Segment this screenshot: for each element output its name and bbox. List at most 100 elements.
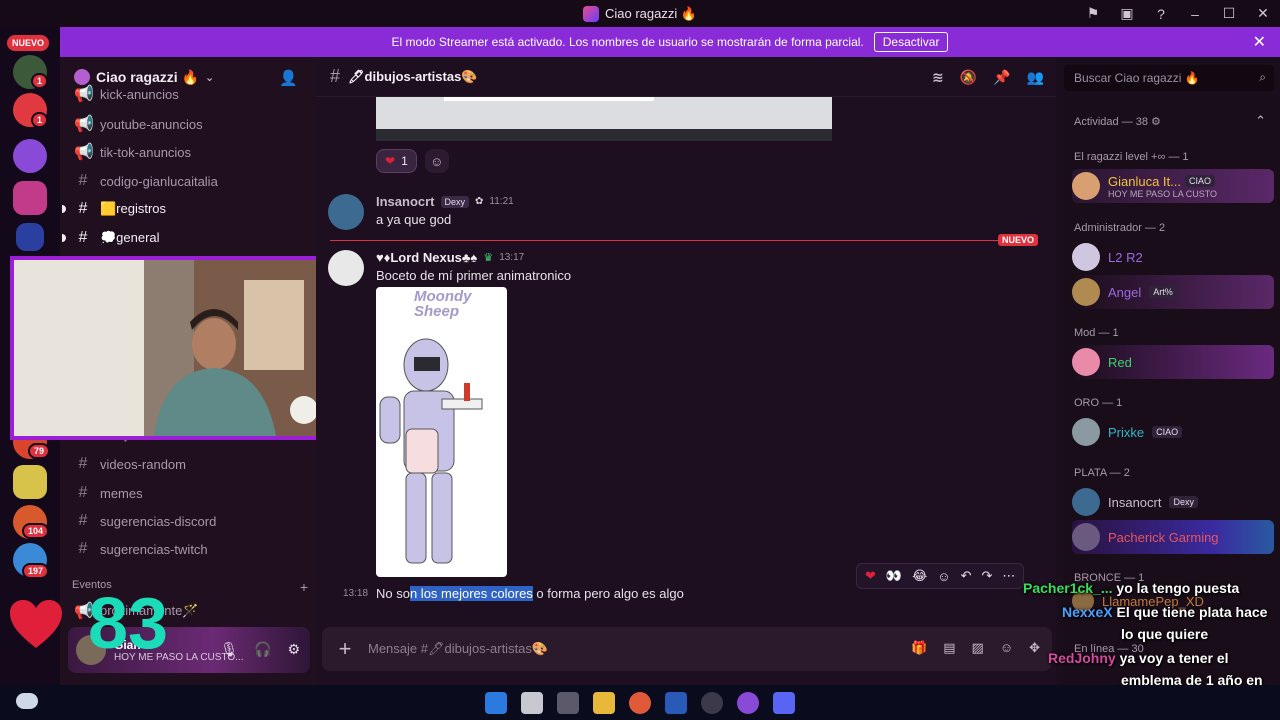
message-header: Insanocrt Dexy ✿ 11:21	[376, 194, 514, 209]
windows-start-icon[interactable]	[485, 691, 507, 714]
emoji-icon[interactable]: ☺	[1000, 640, 1013, 656]
apps-icon[interactable]: ✥	[1029, 640, 1040, 656]
inbox-icon[interactable]: ▣	[1110, 5, 1144, 22]
message-author[interactable]: Insanocrt	[376, 194, 435, 209]
channel-title: 🖊dibujos-artistas🎨	[348, 68, 478, 84]
reaction-heart[interactable]: ❤ 1	[376, 149, 417, 173]
server-icon[interactable]	[13, 139, 47, 173]
message-text: Boceto de mí primer animatronico	[376, 268, 572, 283]
add-reaction-button[interactable]: ☺	[424, 149, 449, 173]
maximize-button[interactable]: ☐	[1212, 5, 1246, 22]
avatar[interactable]	[328, 250, 364, 286]
attachment-image[interactable]	[376, 97, 832, 141]
gear-icon[interactable]: ⚙	[287, 641, 300, 658]
gear-icon: ⚙	[1151, 116, 1161, 128]
channel-name: sugerencias-twitch	[100, 541, 208, 557]
avatar[interactable]	[328, 194, 364, 230]
headphones-icon[interactable]: 🎧	[254, 641, 271, 658]
file-explorer-icon[interactable]	[593, 691, 615, 714]
chat-text: lo que quiere	[1121, 626, 1209, 642]
members-icon[interactable]: 👥	[1027, 69, 1044, 86]
drawing-title: Moondy Sheep	[414, 288, 472, 320]
heart-icon	[10, 600, 62, 648]
drawing-attachment[interactable]: Moondy Sheep	[376, 287, 507, 577]
webcam-feed	[14, 260, 332, 436]
server-icon[interactable]	[13, 181, 47, 215]
channel-item[interactable]: # 🟨registros	[62, 196, 308, 222]
streamer-mode-banner: El modo Streamer está activado. Los nomb…	[60, 27, 1280, 57]
word-icon[interactable]	[665, 691, 687, 714]
disable-streamer-button[interactable]: Desactivar	[873, 32, 949, 52]
reaction-row: ❤ 1 ☺	[376, 149, 449, 173]
channel-header: # 🖊dibujos-artistas🎨 ≋ 🔕 📌 👥	[316, 57, 1056, 97]
channel-item[interactable]: 📢 tik-tok-anuncios	[72, 139, 308, 165]
member-info: Gianluca It... CIAO HOY ME PASO LA CUSTO	[1108, 174, 1217, 199]
follower-counter: 83	[88, 584, 169, 664]
member-name: Angel	[1108, 284, 1142, 300]
server-tag: Art%	[1149, 286, 1177, 298]
guild-icon	[74, 69, 90, 85]
threads-icon[interactable]: ≋	[932, 69, 944, 86]
message-input[interactable]: Mensaje #🖊dibujos-artistas🎨	[368, 641, 548, 657]
add-event-icon[interactable]: +	[300, 579, 308, 595]
hash-icon: #	[78, 540, 88, 557]
chevron-up-icon[interactable]: ⌃	[1255, 113, 1266, 129]
unread-badge: 1	[31, 73, 49, 89]
attach-plus-icon[interactable]: +	[322, 636, 368, 662]
sticker-icon[interactable]: ▨	[972, 640, 984, 656]
member-item[interactable]: Prixke CIAO	[1072, 415, 1274, 449]
channel-item[interactable]: 📢 kick-anuncios	[72, 84, 308, 104]
megaphone-icon: 📢	[74, 144, 94, 161]
activity-label: Actividad — 38	[1074, 116, 1148, 128]
chat-text: El que tiene plata hace	[1116, 604, 1268, 620]
gif-icon[interactable]: ▤	[943, 640, 955, 656]
app-icon[interactable]	[557, 691, 579, 714]
discord-icon[interactable]	[773, 691, 795, 714]
member-name: Gianluca It...	[1108, 173, 1181, 189]
channel-item[interactable]: # codigo-gianlucaitalia	[72, 168, 308, 194]
channel-item[interactable]: # 💭general	[62, 225, 308, 251]
member-item[interactable]: Gianluca It... CIAO HOY ME PASO LA CUSTO	[1072, 169, 1274, 203]
webcam-overlay	[10, 256, 336, 440]
obs-icon[interactable]	[701, 691, 723, 714]
gift-icon[interactable]: 🎁	[911, 640, 927, 656]
member-item[interactable]: Red	[1072, 345, 1274, 379]
member-item[interactable]: Pacherick Garming	[1072, 520, 1274, 554]
member-item[interactable]: Angel Art%	[1072, 275, 1274, 309]
channel-item[interactable]: # sugerencias-twitch	[72, 536, 308, 562]
channel-item[interactable]: # memes	[72, 480, 308, 506]
weather-icon[interactable]	[16, 693, 38, 709]
flag-icon[interactable]: ⚑	[1076, 5, 1110, 22]
message-author[interactable]: ♥♦Lord Nexus♣♠	[376, 250, 477, 265]
chat-line: NexxeX El que tiene plata hace	[1062, 604, 1267, 620]
chrome-icon[interactable]	[629, 691, 651, 714]
member-item[interactable]: L2 R2	[1072, 240, 1274, 274]
channel-name: 💭general	[100, 230, 160, 245]
app-icon	[582, 5, 599, 22]
help-icon[interactable]: ?	[1144, 6, 1178, 22]
microphone-icon[interactable]: 🎙	[220, 641, 238, 658]
composer-tools: 🎁 ▤ ▨ ☺ ✥	[911, 640, 1040, 656]
hash-icon: #	[78, 172, 88, 189]
channel-name: tik-tok-anuncios	[100, 144, 192, 160]
activity-header[interactable]: Actividad — 38 ⚙	[1074, 115, 1161, 128]
close-icon[interactable]: ✕	[1253, 32, 1266, 52]
message-composer[interactable]: + Mensaje #🖊dibujos-artistas🎨 🎁 ▤ ▨ ☺ ✥	[322, 627, 1052, 671]
server-tag: CIAO	[1184, 175, 1215, 187]
folder-icon[interactable]	[16, 223, 44, 251]
mute-bell-icon[interactable]: 🔕	[960, 69, 977, 86]
server-icon[interactable]	[13, 465, 47, 499]
channel-item[interactable]: # sugerencias-discord	[72, 508, 308, 534]
minimize-button[interactable]: –	[1178, 6, 1212, 22]
channel-item[interactable]: # videos-random	[72, 451, 308, 477]
member-name: L2 R2	[1108, 249, 1143, 265]
window-title: Ciao ragazzi 🔥	[582, 5, 697, 22]
app-icon[interactable]	[737, 691, 759, 714]
search-input[interactable]: Buscar Ciao ragazzi 🔥 ⌕	[1064, 65, 1274, 91]
pin-icon[interactable]: 📌	[993, 69, 1010, 86]
member-item[interactable]: Insanocrt Dexy	[1072, 485, 1274, 519]
chat-text: ya voy a tener el	[1119, 650, 1229, 666]
close-window-button[interactable]: ✕	[1246, 5, 1280, 22]
channel-item[interactable]: 📢 youtube-anuncios	[72, 111, 308, 137]
task-view-icon[interactable]	[521, 691, 543, 714]
